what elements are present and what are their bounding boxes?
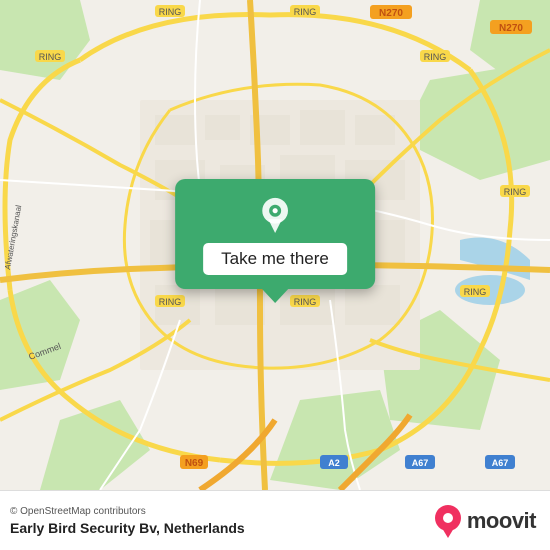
moovit-logo: moovit [434, 504, 536, 538]
svg-text:RING: RING [294, 297, 317, 307]
svg-text:A67: A67 [492, 458, 509, 468]
svg-text:RING: RING [294, 7, 317, 17]
svg-text:RING: RING [504, 187, 527, 197]
svg-text:A2: A2 [328, 458, 340, 468]
svg-text:RING: RING [424, 52, 447, 62]
moovit-text: moovit [467, 508, 536, 534]
svg-text:RING: RING [39, 52, 62, 62]
popup-bubble: Take me there [175, 179, 375, 289]
svg-text:N69: N69 [185, 458, 204, 469]
footer-left: © OpenStreetMap contributors Early Bird … [10, 506, 245, 536]
svg-text:RING: RING [159, 7, 182, 17]
svg-text:N270: N270 [379, 8, 403, 19]
svg-text:A67: A67 [412, 458, 429, 468]
svg-text:N270: N270 [499, 23, 523, 34]
moovit-pin-icon [434, 504, 462, 538]
osm-credit: © OpenStreetMap contributors [10, 506, 245, 517]
map-container[interactable]: RING RING RING RING RING RING RING RING … [0, 0, 550, 490]
location-pin-icon [257, 197, 293, 233]
location-name: Early Bird Security Bv, Netherlands [10, 520, 245, 536]
popup-overlay: Take me there [175, 179, 375, 289]
svg-text:RING: RING [464, 287, 487, 297]
take-me-there-button[interactable]: Take me there [203, 243, 347, 275]
svg-text:RING: RING [159, 297, 182, 307]
footer: © OpenStreetMap contributors Early Bird … [0, 490, 550, 550]
